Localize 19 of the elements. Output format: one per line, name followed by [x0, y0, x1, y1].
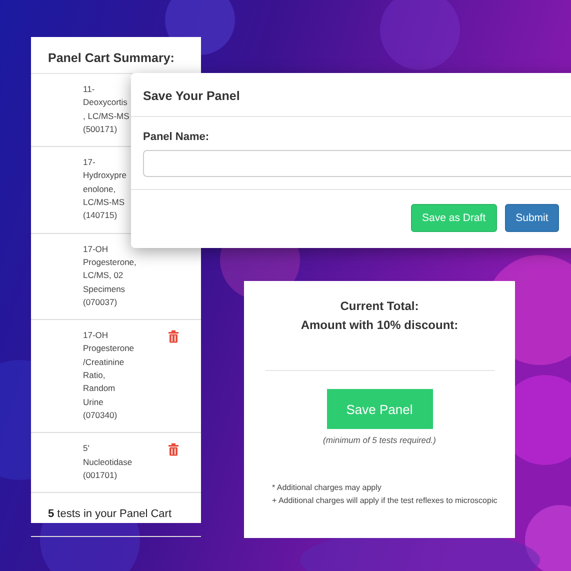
submit-button[interactable]: Submit [504, 204, 560, 232]
total-label: Current Total: [340, 299, 419, 313]
minimum-note: (minimum of 5 tests required.) [323, 435, 436, 445]
cart-count: 5 tests in your Panel Cart [31, 493, 201, 538]
dialog-title: Save Your Panel [131, 73, 571, 117]
footnote: * Additional charges may apply [272, 482, 382, 494]
draft-button[interactable]: Save as Draft [411, 204, 497, 232]
footnote: + Additional charges will apply if the test reflexes to microscopic [272, 495, 498, 507]
test-name: 17-OH Progesterone, LC/MS, 02 Specimens (070037) [83, 242, 136, 309]
trash-icon[interactable] [168, 443, 179, 456]
test-name: 5' Nucleotidase (001701) [83, 442, 132, 482]
panel-name-field[interactable] [143, 150, 571, 177]
field-label: Panel Name: [143, 131, 210, 143]
total-label: Amount with 10% discount: [300, 318, 458, 332]
save-panel-button[interactable]: Save Panel [326, 389, 432, 429]
test-name: 11- Deoxycortis , LC/MS-MS (500171) [83, 83, 130, 136]
trash-icon[interactable] [168, 330, 179, 344]
test-name: 17-OH Progesterone /Creatinine Ratio, Random Urine (070340) [83, 329, 134, 422]
test-name: 17- Hydroxypre enolone, LC/MS-MS (140715) [83, 156, 126, 222]
